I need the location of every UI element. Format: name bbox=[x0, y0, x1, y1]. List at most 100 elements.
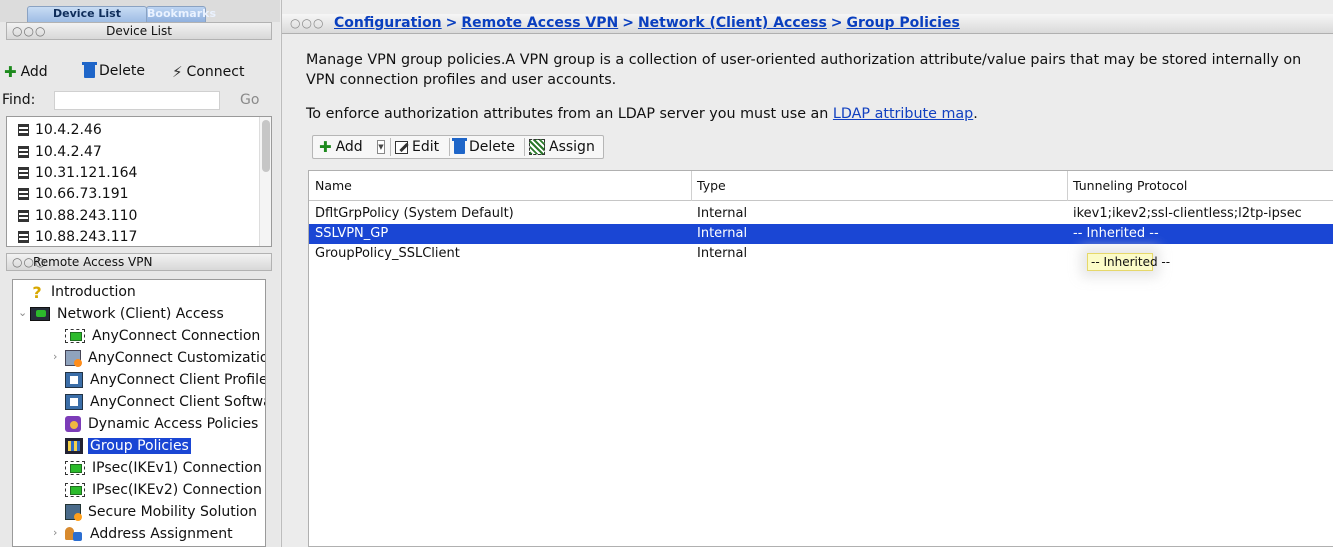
nav-item-introduction[interactable]: ? Introduction bbox=[30, 281, 138, 303]
cell-name: DfltGrpPolicy (System Default) bbox=[315, 206, 514, 221]
trash-icon bbox=[452, 138, 467, 154]
nav-item-anyconnect-client-software[interactable]: AnyConnect Client Softwar bbox=[65, 391, 265, 413]
device-item[interactable]: 10.88.243.110 bbox=[18, 205, 137, 226]
chevron-right-icon[interactable]: › bbox=[53, 350, 57, 363]
asdm-window: Device List Bookmarks ○○○ Device List ✚ … bbox=[0, 0, 1333, 547]
left-panel: Device List Bookmarks ○○○ Device List ✚ … bbox=[0, 0, 280, 547]
cell-type: Internal bbox=[697, 206, 748, 221]
tab-bookmarks[interactable]: Bookmarks bbox=[146, 6, 216, 22]
breadcrumb-configuration[interactable]: Configuration bbox=[334, 15, 442, 31]
nav-item-label: AnyConnect Client Profile bbox=[90, 372, 266, 388]
find-label: Find: bbox=[2, 92, 36, 108]
client-software-icon bbox=[65, 394, 83, 410]
nav-item-group-policies[interactable]: Group Policies bbox=[65, 435, 191, 457]
cell-tunneling-protocol: -- Inherited -- bbox=[1073, 226, 1159, 241]
device-list-toolbar: ✚ Add Delete ⚡ Connect bbox=[0, 59, 280, 87]
nav-item-anyconnect-client-profile[interactable]: AnyConnect Client Profile bbox=[65, 369, 266, 391]
device-ip: 10.88.243.110 bbox=[35, 207, 138, 224]
breadcrumb-separator: > bbox=[830, 15, 843, 31]
policy-assign-button[interactable]: Assign bbox=[529, 138, 595, 156]
device-list: 10.4.2.46 10.4.2.47 10.31.121.164 10.66.… bbox=[6, 116, 272, 247]
nav-item-anyconnect-connection-profiles[interactable]: AnyConnect Connection Pr bbox=[65, 325, 265, 347]
table-row[interactable]: DfltGrpPolicy (System Default) Internal … bbox=[309, 204, 1333, 224]
nav-item-ipsec-ikev1-connection-profiles[interactable]: IPsec(IKEv1) Connection Pr bbox=[65, 457, 266, 479]
toolbar-divider bbox=[449, 138, 450, 156]
nav-item-address-assignment[interactable]: Address Assignment bbox=[65, 523, 235, 545]
nav-item-label: Secure Mobility Solution bbox=[88, 504, 258, 520]
policy-edit-label: Edit bbox=[412, 139, 440, 155]
group-policy-toolbar: ✚ Add ▼ Edit Delete Assign bbox=[312, 135, 604, 159]
add-dropdown-arrow-icon[interactable]: ▼ bbox=[377, 140, 385, 154]
column-divider[interactable] bbox=[1067, 171, 1068, 201]
breadcrumb-separator: > bbox=[622, 15, 634, 31]
device-delete-button[interactable]: Delete bbox=[82, 62, 145, 79]
network-client-access-icon bbox=[30, 307, 50, 321]
table-row[interactable]: GroupPolicy_SSLClient Internal bbox=[309, 244, 1333, 264]
toolbar-divider bbox=[390, 138, 391, 156]
group-policies-table: Name Type Tunneling Protocol DfltGrpPoli… bbox=[308, 170, 1333, 547]
nav-item-ipsec-ikev2-connection-profiles[interactable]: IPsec(IKEv2) Connection Pr bbox=[65, 479, 265, 501]
nav-item-label: IPsec(IKEv1) Connection Pr bbox=[92, 460, 266, 476]
policy-add-label: Add bbox=[335, 139, 363, 155]
server-icon bbox=[18, 166, 29, 179]
device-item[interactable]: 10.4.2.47 bbox=[18, 141, 102, 162]
content-panel: ○○○ Configuration > Remote Access VPN > Netw… bbox=[281, 0, 1333, 547]
cell-type: Internal bbox=[697, 246, 748, 261]
breadcrumb-remote-access-vpn[interactable]: Remote Access VPN bbox=[461, 15, 618, 31]
policy-edit-button[interactable]: Edit bbox=[395, 138, 439, 156]
breadcrumb-network-client-access[interactable]: Network (Client) Access bbox=[638, 15, 827, 31]
policy-delete-label: Delete bbox=[469, 139, 515, 155]
ldap-attribute-map-link[interactable]: LDAP attribute map bbox=[833, 106, 973, 122]
table-header: Name Type Tunneling Protocol bbox=[309, 171, 1333, 201]
nav-item-anyconnect-customization[interactable]: AnyConnect Customizatior bbox=[65, 347, 265, 369]
description-line-1: Manage VPN group policies.A VPN group is… bbox=[306, 52, 1302, 68]
nav-item-secure-mobility-solution[interactable]: Secure Mobility Solution bbox=[65, 501, 259, 523]
find-go-button[interactable]: Go bbox=[240, 92, 259, 108]
policy-delete-button[interactable]: Delete bbox=[452, 138, 515, 156]
table-row[interactable]: SSLVPN_GP Internal -- Inherited -- bbox=[309, 224, 1333, 244]
chevron-right-icon[interactable]: › bbox=[53, 526, 57, 539]
nav-item-network-client-access[interactable]: Network (Client) Access bbox=[30, 303, 226, 325]
column-header-type[interactable]: Type bbox=[697, 178, 726, 193]
plug-icon: ⚡ bbox=[172, 63, 183, 81]
window-controls-icon[interactable]: ○○○ bbox=[290, 16, 324, 30]
find-input[interactable] bbox=[54, 91, 220, 110]
breadcrumb: Configuration > Remote Access VPN > Network … bbox=[334, 15, 960, 31]
remote-access-vpn-title-bar: ○○○ Remote Access VPN bbox=[6, 253, 272, 271]
server-icon bbox=[18, 230, 29, 243]
policy-add-button[interactable]: ✚ Add bbox=[319, 138, 363, 156]
nav-item-label: Group Policies bbox=[88, 438, 191, 454]
device-delete-label: Delete bbox=[99, 63, 145, 79]
nav-item-dynamic-access-policies[interactable]: Dynamic Access Policies bbox=[65, 413, 260, 435]
device-item[interactable]: 10.31.121.164 bbox=[18, 162, 137, 183]
ldap-note: To enforce authorization attributes from… bbox=[306, 106, 978, 122]
question-icon: ? bbox=[32, 282, 42, 302]
cell-name: SSLVPN_GP bbox=[315, 226, 389, 241]
trash-icon bbox=[82, 62, 97, 78]
chevron-down-icon[interactable]: ⌄ bbox=[18, 306, 27, 319]
page-description: Manage VPN group policies.A VPN group is… bbox=[306, 50, 1326, 90]
device-item[interactable]: 10.88.243.117 bbox=[18, 226, 138, 246]
device-add-button[interactable]: ✚ Add bbox=[4, 63, 48, 81]
device-add-label: Add bbox=[20, 64, 48, 80]
tab-device-list[interactable]: Device List bbox=[27, 6, 147, 22]
column-divider[interactable] bbox=[691, 171, 692, 201]
device-item[interactable]: 10.66.73.191 bbox=[18, 183, 129, 204]
device-list-title: Device List bbox=[106, 24, 172, 38]
nav-item-label: Network (Client) Access bbox=[57, 306, 224, 322]
device-connect-label: Connect bbox=[186, 64, 245, 80]
column-header-name[interactable]: Name bbox=[315, 178, 352, 193]
cell-name: GroupPolicy_SSLClient bbox=[315, 246, 460, 261]
scrollbar-thumb[interactable] bbox=[262, 120, 270, 172]
breadcrumb-group-policies[interactable]: Group Policies bbox=[847, 15, 960, 31]
remote-access-vpn-title: Remote Access VPN bbox=[33, 255, 153, 269]
secure-mobility-icon bbox=[65, 504, 82, 521]
group-policies-icon bbox=[65, 438, 83, 454]
assign-icon bbox=[529, 139, 545, 155]
device-item[interactable]: 10.4.2.46 bbox=[18, 119, 102, 140]
device-list-scrollbar[interactable] bbox=[259, 117, 271, 246]
device-ip: 10.88.243.117 bbox=[35, 228, 138, 245]
connection-profile-icon bbox=[65, 329, 85, 343]
column-header-tunneling-protocol[interactable]: Tunneling Protocol bbox=[1073, 178, 1187, 193]
device-connect-button[interactable]: ⚡ Connect bbox=[172, 63, 244, 81]
